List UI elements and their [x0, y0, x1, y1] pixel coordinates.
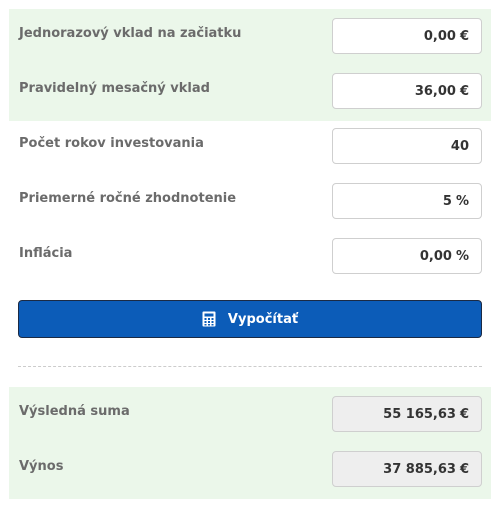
initial-deposit-value: 0,00	[423, 28, 456, 44]
calculate-button-label: Vypočítať	[227, 311, 299, 327]
yield-output: 37 885,63 €	[332, 451, 482, 487]
inflation-field[interactable]: 0,00 %	[332, 238, 482, 274]
savings-calculator: Jednorazový vklad na začiatku 0,00 € Pra…	[0, 0, 500, 506]
row-years: Počet rokov investovania 40	[9, 119, 491, 174]
row-inflation: Inflácia 0,00 %	[9, 229, 491, 284]
calculate-button[interactable]: Vypočítať	[18, 300, 482, 338]
initial-deposit-field[interactable]: 0,00 €	[332, 18, 482, 54]
annual-return-label: Priemerné ročné zhodnotenie	[19, 191, 237, 206]
monthly-deposit-label: Pravidelný mesačný vklad	[19, 81, 210, 96]
annual-return-unit: %	[455, 193, 469, 209]
inflation-unit: %	[455, 248, 469, 264]
yield-unit: €	[459, 461, 469, 477]
yield-value: 37 885,63	[383, 461, 456, 477]
years-label: Počet rokov investovania	[19, 136, 204, 151]
row-yield: Výnos 37 885,63 €	[9, 442, 491, 497]
final-sum-value: 55 165,63	[383, 406, 456, 422]
annual-return-field[interactable]: 5 %	[332, 183, 482, 219]
yield-label: Výnos	[19, 459, 64, 474]
final-sum-label: Výsledná suma	[19, 404, 130, 419]
final-sum-output: 55 165,63 €	[332, 396, 482, 432]
final-sum-unit: €	[459, 406, 469, 422]
inflation-label: Inflácia	[19, 246, 73, 261]
row-monthly-deposit: Pravidelný mesačný vklad 36,00 €	[9, 64, 491, 119]
years-field[interactable]: 40	[332, 128, 482, 164]
calculator-icon	[202, 311, 216, 327]
monthly-deposit-field[interactable]: 36,00 €	[332, 73, 482, 109]
row-annual-return: Priemerné ročné zhodnotenie 5 %	[9, 174, 491, 229]
annual-return-value: 5	[442, 193, 452, 209]
initial-deposit-label: Jednorazový vklad na začiatku	[19, 26, 242, 41]
row-final-sum: Výsledná suma 55 165,63 €	[9, 387, 491, 442]
row-initial-deposit: Jednorazový vklad na začiatku 0,00 €	[9, 9, 491, 64]
inflation-value: 0,00	[419, 248, 452, 264]
section-divider	[18, 366, 482, 367]
monthly-deposit-value: 36,00	[414, 83, 456, 99]
initial-deposit-unit: €	[459, 28, 469, 44]
years-value: 40	[450, 138, 469, 154]
monthly-deposit-unit: €	[459, 83, 469, 99]
